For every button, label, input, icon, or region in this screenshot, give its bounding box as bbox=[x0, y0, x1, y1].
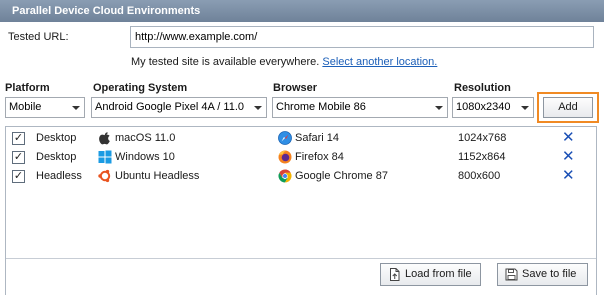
platform-select[interactable]: Mobile bbox=[5, 97, 85, 118]
row-platform: Headless bbox=[36, 170, 82, 182]
save-to-file-button[interactable]: Save to file bbox=[497, 263, 588, 286]
save-disk-icon bbox=[505, 268, 518, 281]
save-to-file-label: Save to file bbox=[522, 268, 577, 280]
load-from-file-label: Load from file bbox=[405, 268, 472, 280]
browser-select[interactable]: Chrome Mobile 86 bbox=[272, 97, 448, 118]
windows-icon bbox=[98, 150, 112, 164]
resolution-select[interactable]: 1080x2340 bbox=[452, 97, 534, 118]
delete-icon[interactable]: ✕ bbox=[562, 130, 575, 146]
row-browser: Google Chrome 87 bbox=[295, 170, 388, 182]
row-browser: Safari 14 bbox=[295, 132, 340, 144]
row-os: Windows 10 bbox=[115, 151, 175, 163]
add-button-highlight: Add bbox=[537, 92, 599, 123]
delete-icon[interactable]: ✕ bbox=[562, 149, 575, 165]
window-title: Parallel Device Cloud Environments bbox=[0, 0, 604, 22]
row-resolution: 800x600 bbox=[458, 170, 501, 182]
list-item: ✓ Headless Ubuntu Headless Google Chrome… bbox=[6, 167, 596, 186]
footer-divider bbox=[6, 258, 596, 259]
platform-select-value: Mobile bbox=[9, 101, 42, 113]
firefox-icon bbox=[278, 150, 292, 164]
load-file-icon bbox=[390, 268, 400, 281]
os-select-value: Android Google Pixel 4A / 11.0 bbox=[95, 101, 245, 113]
row-platform: Desktop bbox=[36, 151, 77, 163]
row-checkbox[interactable]: ✓ bbox=[12, 132, 25, 145]
platform-label: Platform bbox=[5, 82, 50, 94]
browser-label: Browser bbox=[273, 82, 318, 94]
row-browser: Firefox 84 bbox=[295, 151, 344, 163]
resolution-label: Resolution bbox=[454, 82, 511, 94]
delete-icon[interactable]: ✕ bbox=[562, 168, 575, 184]
row-platform: Desktop bbox=[36, 132, 77, 144]
availability-note: My tested site is available everywhere. … bbox=[131, 56, 437, 68]
chevron-down-icon bbox=[72, 106, 80, 110]
tested-url-input[interactable] bbox=[130, 26, 594, 48]
safari-icon bbox=[278, 131, 292, 145]
os-select[interactable]: Android Google Pixel 4A / 11.0 bbox=[91, 97, 267, 118]
list-item: ✓ Desktop Windows 10 Firefox 84 1152x864… bbox=[6, 148, 596, 167]
select-location-link[interactable]: Select another location. bbox=[322, 56, 437, 68]
resolution-select-value: 1080x2340 bbox=[456, 101, 511, 113]
chevron-down-icon bbox=[521, 106, 529, 110]
apple-icon bbox=[99, 132, 110, 145]
chrome-icon bbox=[278, 169, 292, 183]
availability-text: My tested site is available everywhere. bbox=[131, 56, 320, 68]
chevron-down-icon bbox=[435, 106, 443, 110]
row-resolution: 1152x864 bbox=[458, 151, 506, 163]
row-os: Ubuntu Headless bbox=[115, 170, 200, 182]
row-resolution: 1024x768 bbox=[458, 132, 507, 144]
row-checkbox[interactable]: ✓ bbox=[12, 151, 25, 164]
chevron-down-icon bbox=[254, 106, 262, 110]
row-os: macOS 11.0 bbox=[115, 132, 176, 144]
add-button[interactable]: Add bbox=[543, 97, 593, 118]
os-label: Operating System bbox=[93, 82, 188, 94]
tested-url-label: Tested URL: bbox=[8, 31, 69, 43]
ubuntu-icon bbox=[98, 169, 111, 183]
load-from-file-button[interactable]: Load from file bbox=[380, 263, 481, 286]
browser-select-value: Chrome Mobile 86 bbox=[276, 101, 366, 113]
list-item: ✓ Desktop macOS 11.0 Safari 14 1024x768 … bbox=[6, 129, 596, 148]
row-checkbox[interactable]: ✓ bbox=[12, 170, 25, 183]
